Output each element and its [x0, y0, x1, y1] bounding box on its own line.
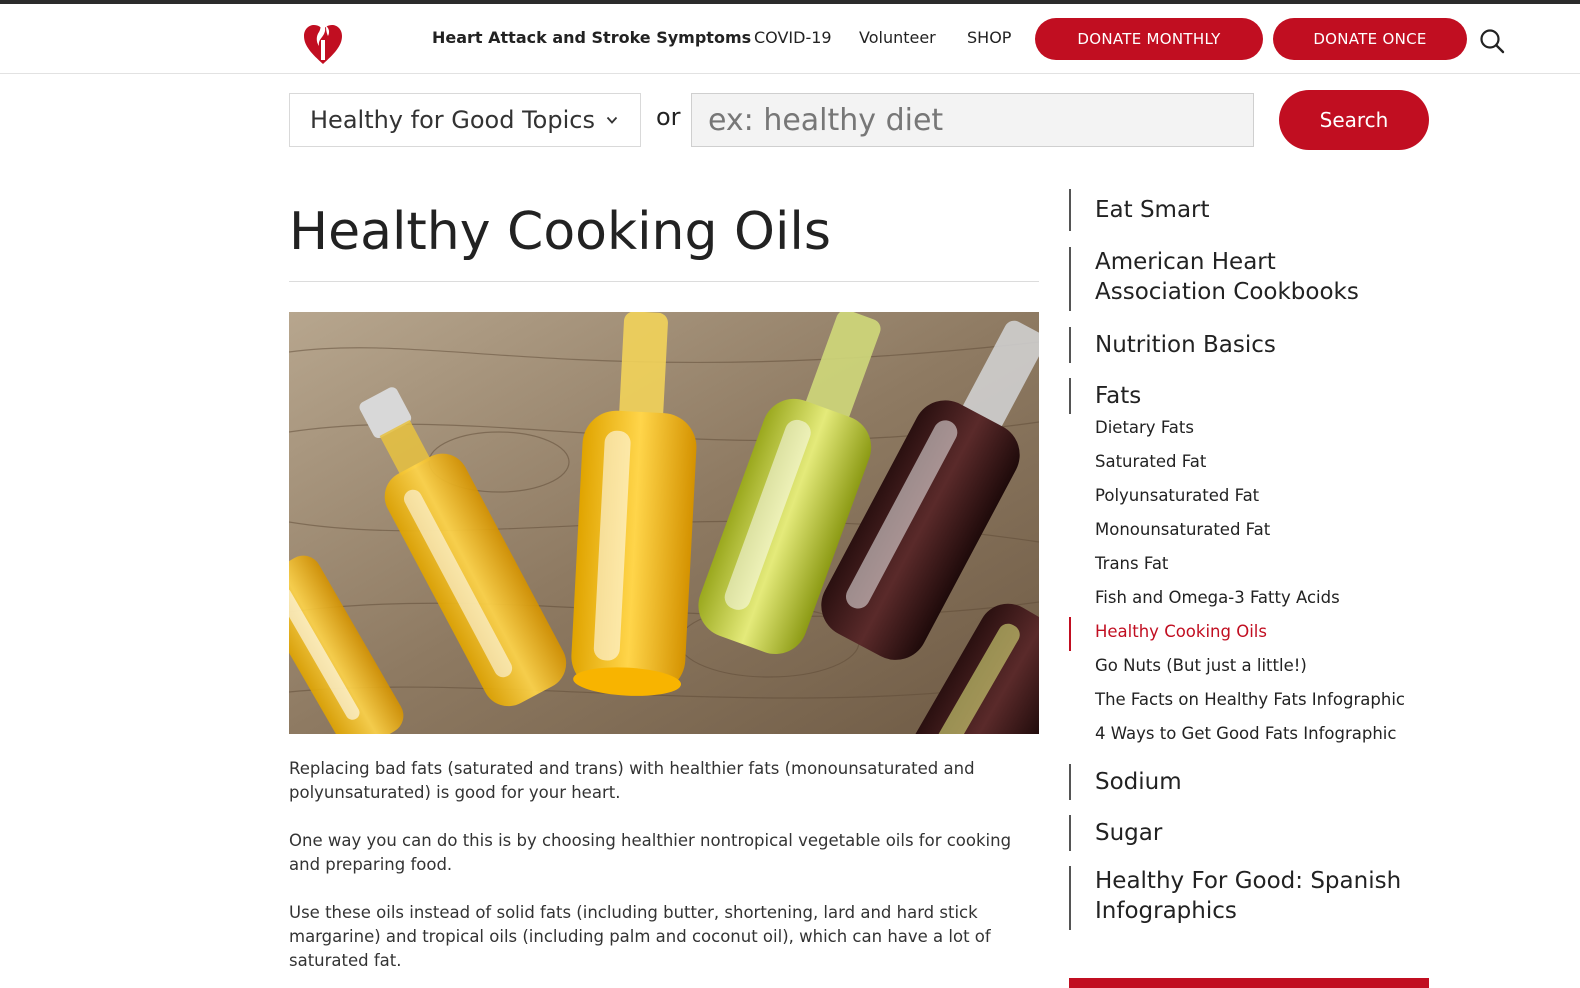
sidebar-item-monounsaturated-fat[interactable]: Monounsaturated Fat — [1095, 520, 1270, 539]
article-paragraph: Replacing bad fats (saturated and trans)… — [289, 759, 975, 802]
sidebar-section-fats[interactable]: Fats — [1069, 378, 1141, 414]
nav-covid-19[interactable]: COVID-19 — [754, 28, 832, 47]
chevron-down-icon — [606, 116, 618, 124]
sidebar-section-label: Nutrition Basics — [1095, 332, 1276, 358]
search-icon[interactable] — [1479, 28, 1505, 54]
site-header: Heart Attack and Stroke Symptoms COVID-1… — [0, 4, 1580, 74]
active-item-marker — [1069, 617, 1071, 651]
sidebar-section-label: Eat Smart — [1095, 197, 1210, 223]
oil-bottles-illustration — [289, 312, 1039, 734]
sidebar-item-fish-omega-3[interactable]: Fish and Omega-3 Fatty Acids — [1095, 588, 1340, 607]
sidebar-item-polyunsaturated-fat[interactable]: Polyunsaturated Fat — [1095, 486, 1259, 505]
donate-monthly-button[interactable]: DONATE MONTHLY — [1035, 18, 1263, 60]
sidebar-section-label: Healthy For Good: Spanish Infographics — [1095, 868, 1402, 924]
sidebar-section-label: Sodium — [1095, 769, 1182, 795]
heart-torch-logo[interactable] — [302, 14, 344, 66]
page-title: Healthy Cooking Oils — [289, 202, 831, 262]
topic-dropdown-label: Healthy for Good Topics — [310, 106, 595, 134]
sidebar-section-label: American Heart Association Cookbooks — [1095, 249, 1359, 305]
sidebar-section-label: Fats — [1095, 383, 1142, 409]
donate-once-button[interactable]: DONATE ONCE — [1273, 18, 1467, 60]
title-divider — [289, 281, 1039, 282]
search-input[interactable] — [691, 93, 1254, 147]
sidebar-section-label: Sugar — [1095, 820, 1163, 846]
sidebar-section-sugar[interactable]: Sugar — [1069, 815, 1162, 851]
nav-shop[interactable]: SHOP — [967, 28, 1011, 47]
sidebar-section-spanish-infographics[interactable]: Healthy For Good: Spanish Infographics — [1069, 866, 1409, 930]
topic-dropdown[interactable]: Healthy for Good Topics — [289, 93, 641, 147]
sidebar-item-facts-healthy-fats-infographic[interactable]: The Facts on Healthy Fats Infographic — [1095, 690, 1405, 709]
sidebar-cta-block[interactable] — [1069, 978, 1429, 988]
or-label: or — [656, 103, 681, 131]
nav-volunteer[interactable]: Volunteer — [859, 28, 936, 47]
hero-image-oil-bottles — [289, 312, 1039, 734]
sidebar-item-saturated-fat[interactable]: Saturated Fat — [1095, 452, 1206, 471]
article-paragraph: One way you can do this is by choosing h… — [289, 831, 1012, 874]
sidebar-item-trans-fat[interactable]: Trans Fat — [1095, 554, 1168, 573]
sidebar-section-aha-cookbooks[interactable]: American Heart Association Cookbooks — [1069, 247, 1409, 311]
sidebar-section-nutrition-basics[interactable]: Nutrition Basics — [1069, 327, 1276, 363]
sidebar-section-eat-smart[interactable]: Eat Smart — [1069, 189, 1210, 231]
search-button[interactable]: Search — [1279, 90, 1429, 150]
sidebar-section-sodium[interactable]: Sodium — [1069, 764, 1182, 800]
sidebar-item-go-nuts[interactable]: Go Nuts (But just a little!) — [1095, 656, 1307, 675]
nav-heart-attack-stroke-symptoms[interactable]: Heart Attack and Stroke Symptoms — [432, 28, 751, 47]
article-paragraph: Use these oils instead of solid fats (in… — [289, 903, 991, 970]
sidebar-item-dietary-fats[interactable]: Dietary Fats — [1095, 418, 1194, 437]
sidebar-item-4-ways-good-fats-infographic[interactable]: 4 Ways to Get Good Fats Infographic — [1095, 724, 1396, 743]
sidebar-item-healthy-cooking-oils[interactable]: Healthy Cooking Oils — [1095, 622, 1267, 641]
